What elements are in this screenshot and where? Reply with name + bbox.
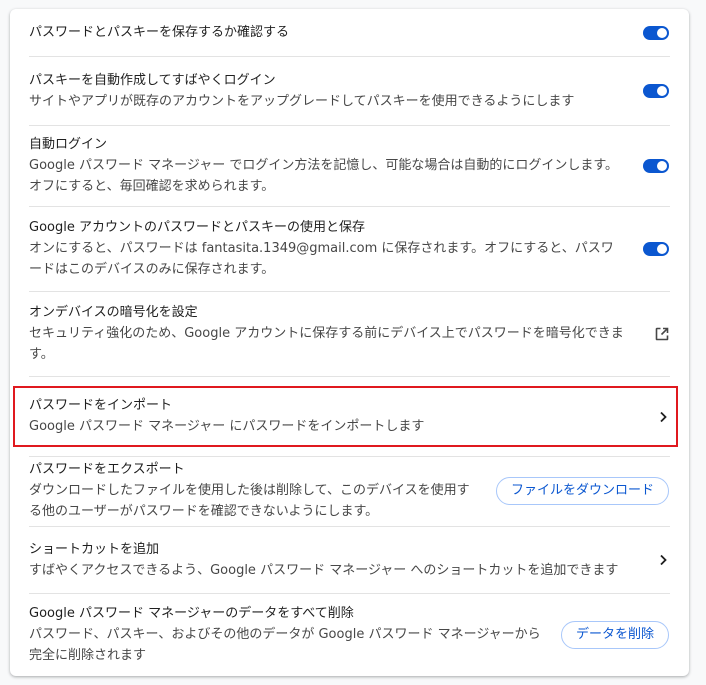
- setting-title: Google アカウントのパスワードとパスキーの使用と保存: [29, 220, 365, 235]
- setting-row-google-account-storage[interactable]: Google アカウントのパスワードとパスキーの使用と保存 オンにすると、パスワ…: [10, 207, 689, 291]
- setting-description: パスワード、パスキー、およびその他のデータが Google パスワード マネージ…: [29, 627, 541, 663]
- auto-signin-toggle[interactable]: [643, 159, 669, 173]
- setting-description: ダウンロードしたファイルを使用した後は削除して、このデバイスを使用する他のユーザ…: [29, 483, 470, 519]
- chevron-right-icon[interactable]: [656, 410, 670, 424]
- setting-title: ショートカットを追加: [29, 541, 160, 557]
- setting-row-auto-signin[interactable]: 自動ログイン Google パスワード マネージャー でログイン方法を記憶し、可…: [10, 126, 689, 206]
- setting-row-auto-passkey[interactable]: パスキーを自動作成してすばやくログイン サイトやアプリが既存のアカウントをアップ…: [10, 57, 689, 125]
- setting-title: Google パスワード マネージャーのデータをすべて削除: [29, 606, 354, 621]
- setting-description: すばやくアクセスできるよう、Google パスワード マネージャー へのショート…: [29, 562, 619, 578]
- setting-title: パスワードとパスキーを保存するか確認する: [29, 24, 290, 40]
- setting-description: セキュリティ強化のため、Google アカウントに保存する前にデバイス上でパスワ…: [29, 326, 624, 362]
- setting-title: パスワードをエクスポート: [29, 462, 185, 477]
- setting-title: パスキーを自動作成してすばやくログイン: [29, 72, 276, 88]
- offer-to-save-toggle[interactable]: [643, 25, 669, 40]
- setting-row-import-passwords[interactable]: パスワードをインポート Google パスワード マネージャー にパスワードをイ…: [10, 377, 689, 456]
- setting-title: パスワードをインポート: [29, 398, 173, 413]
- auto-passkey-toggle[interactable]: [643, 84, 669, 98]
- setting-description: オンにすると、パスワードは fantasita.1349@gmail.com に…: [29, 241, 614, 277]
- download-file-button[interactable]: ファイルをダウンロード: [495, 477, 669, 505]
- setting-row-add-shortcut[interactable]: ショートカットを追加 すばやくアクセスできるよう、Google パスワード マネ…: [10, 527, 689, 593]
- setting-row-export-passwords: パスワードをエクスポート ダウンロードしたファイルを使用した後は削除して、このデ…: [10, 457, 689, 525]
- external-link-icon[interactable]: [654, 326, 670, 342]
- setting-description: Google パスワード マネージャー にパスワードをインポートします: [29, 419, 425, 434]
- delete-data-button[interactable]: データを削除: [560, 621, 669, 649]
- setting-row-offer-to-save[interactable]: パスワードとパスキーを保存するか確認する: [10, 9, 689, 56]
- setting-title: 自動ログイン: [29, 137, 108, 152]
- setting-row-delete-all-data: Google パスワード マネージャーのデータをすべて削除 パスワード、パスキー…: [10, 594, 689, 676]
- setting-row-on-device-encryption[interactable]: オンデバイスの暗号化を設定 セキュリティ強化のため、Google アカウントに保…: [10, 292, 689, 376]
- google-account-storage-toggle[interactable]: [643, 242, 669, 256]
- chevron-right-icon[interactable]: [656, 553, 670, 567]
- setting-title: オンデバイスの暗号化を設定: [29, 305, 198, 320]
- setting-description: Google パスワード マネージャー でログイン方法を記憶し、可能な場合は自動…: [29, 158, 619, 194]
- setting-description: サイトやアプリが既存のアカウントをアップグレードしてパスキーを使用できるようにし…: [29, 93, 575, 109]
- settings-card: パスワードとパスキーを保存するか確認する パスキーを自動作成してすばやくログイン…: [10, 9, 689, 676]
